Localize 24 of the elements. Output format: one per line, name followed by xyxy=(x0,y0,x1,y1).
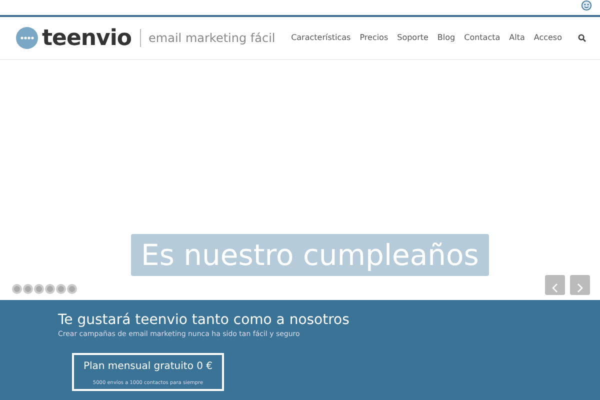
nav-link[interactable]: Precios xyxy=(360,32,388,44)
chevron-left-icon xyxy=(552,282,558,293)
chevron-right-icon xyxy=(577,282,583,293)
logo-text[interactable]: teenvio xyxy=(42,22,132,54)
nav-link[interactable]: Características xyxy=(291,32,351,44)
logo-icon xyxy=(16,27,38,49)
slide-dot[interactable] xyxy=(67,284,77,294)
nav-link[interactable]: Acceso xyxy=(534,32,562,44)
promo-title: Te gustará teenvio tanto como a nosotros xyxy=(58,312,350,329)
slide-caption: Es nuestro cumpleaños xyxy=(131,234,489,276)
nav-link[interactable]: Contacta xyxy=(464,32,500,44)
slide-dot[interactable] xyxy=(45,284,55,294)
search-icon[interactable] xyxy=(578,34,586,42)
next-button[interactable] xyxy=(570,275,590,295)
nav-link[interactable]: Soporte xyxy=(397,32,428,44)
slide-dot[interactable] xyxy=(56,284,66,294)
slide-dot[interactable] xyxy=(12,284,22,294)
previous-button[interactable] xyxy=(545,275,565,295)
slide-dot[interactable] xyxy=(34,284,44,294)
nav-link[interactable]: Alta xyxy=(509,32,525,44)
tagline: email marketing fácil xyxy=(140,29,276,47)
nav-link[interactable]: Blog xyxy=(437,32,456,44)
smiley-icon[interactable] xyxy=(581,0,592,11)
slide-dot[interactable] xyxy=(23,284,33,294)
